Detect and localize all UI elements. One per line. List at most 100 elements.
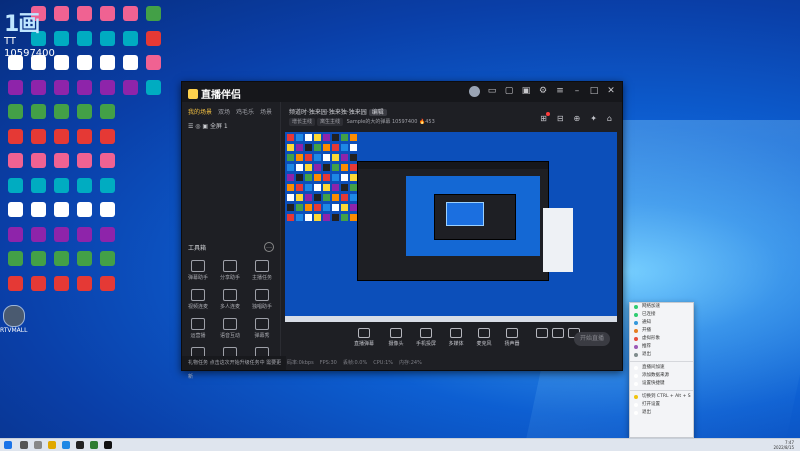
pill-1[interactable]: 增长主线 <box>289 118 316 126</box>
desktop-shortcut-icon[interactable] <box>100 202 115 217</box>
ctl-phone[interactable]: 手机投屏 <box>411 328 441 347</box>
edge-icon[interactable] <box>62 441 70 449</box>
desktop-shortcut-icon[interactable] <box>146 55 161 70</box>
ctl-media[interactable]: 多媒体 <box>441 328 471 347</box>
pill-2[interactable]: 离生主线 <box>317 118 344 126</box>
desktop-shortcut-icon[interactable] <box>8 226 23 242</box>
desktop-shortcut-icon[interactable] <box>8 251 23 266</box>
desktop-shortcut-icon[interactable] <box>100 251 115 266</box>
tab-my-scenes[interactable]: 我的场景 <box>188 107 212 116</box>
desktop-shortcut-icon[interactable] <box>100 177 115 193</box>
desktop-shortcut-icon[interactable] <box>100 79 115 95</box>
toolbox-item[interactable]: 主播任务 <box>246 260 278 281</box>
desktop-shortcut-icon[interactable] <box>100 275 115 291</box>
desktop-shortcut-icon[interactable] <box>77 275 92 291</box>
desktop-shortcut-icon[interactable] <box>31 153 46 168</box>
app-icon-1[interactable] <box>76 441 84 449</box>
menu-item[interactable]: 退出 <box>630 409 693 417</box>
desktop-shortcut-icon[interactable] <box>77 177 92 193</box>
desktop-shortcut-icon[interactable] <box>8 104 23 119</box>
menu-item[interactable]: 网络加速 <box>630 303 693 311</box>
ctl-camera[interactable]: 摄像头 <box>381 328 411 347</box>
menu-item[interactable]: 添加数据来源 <box>630 372 693 380</box>
toolbox-item[interactable]: 运营播 <box>182 318 214 339</box>
maximize-button[interactable]: □ <box>589 86 599 97</box>
desktop-shortcut-icon[interactable] <box>8 128 23 144</box>
toolbox-item[interactable]: 弹幕秀 <box>246 318 278 339</box>
desktop-shortcut-icon[interactable] <box>123 55 138 70</box>
close-button[interactable]: ✕ <box>606 86 616 97</box>
tab-2[interactable]: 双场 <box>218 107 230 116</box>
ctl-danmu[interactable]: 直播弹幕 <box>349 328 379 347</box>
system-clock[interactable]: 7:47 2022/8/15 <box>773 440 794 450</box>
gift-box-icon[interactable]: ⊞ <box>540 112 550 123</box>
desktop-shortcut-icon[interactable] <box>8 275 23 291</box>
menu-icon[interactable]: ≡ <box>555 86 565 97</box>
desktop-shortcut-icon[interactable] <box>54 128 69 144</box>
desktop-avatar-icon[interactable] <box>3 305 25 327</box>
toolbox-item[interactable]: 视频连麦 <box>182 289 214 310</box>
menu-item[interactable]: 直播间加速 <box>630 364 693 372</box>
cart-icon[interactable]: ⊟ <box>557 114 564 123</box>
desktop-shortcut-icon[interactable] <box>77 55 92 70</box>
minimize-button[interactable]: – <box>572 86 582 97</box>
toolbox-item[interactable]: 弹幕助手 <box>182 260 214 281</box>
app-icon-2[interactable] <box>90 441 98 449</box>
toolbox-item[interactable]: 语音互动 <box>214 318 246 339</box>
desktop-shortcut-icon[interactable] <box>77 6 92 21</box>
stream-preview[interactable] <box>285 132 617 322</box>
desktop-shortcut-icon[interactable] <box>100 226 115 242</box>
desktop-shortcut-icon[interactable] <box>54 104 69 119</box>
desktop-shortcut-icon[interactable] <box>31 128 46 144</box>
scene-item[interactable]: ☰ ◎ ▣ 全屏 1 <box>188 121 228 130</box>
start-live-button[interactable]: 开始直播 <box>574 332 610 346</box>
desktop-shortcut-icon[interactable] <box>100 153 115 168</box>
toolbox-item[interactable]: 多人连麦 <box>214 289 246 310</box>
desktop-shortcut-icon[interactable] <box>77 79 92 95</box>
desktop-shortcut-icon[interactable] <box>100 6 115 21</box>
desktop-shortcut-icon[interactable] <box>100 55 115 70</box>
tab-4[interactable]: 场景 <box>260 107 272 116</box>
desktop-shortcut-icon[interactable] <box>54 6 69 21</box>
desktop-shortcut-icon[interactable] <box>77 30 92 46</box>
desktop-shortcut-icon[interactable] <box>54 55 69 70</box>
link-icon[interactable]: ⊕ <box>574 114 581 123</box>
menu-item[interactable]: 切换到 CTRL + Alt + S <box>630 393 693 401</box>
desktop-shortcut-icon[interactable] <box>31 226 46 242</box>
desktop-shortcut-icon[interactable] <box>77 251 92 266</box>
desktop-shortcut-icon[interactable] <box>54 226 69 242</box>
explorer-icon[interactable] <box>48 441 56 449</box>
desktop-shortcut-icon[interactable] <box>77 226 92 242</box>
menu-item[interactable]: 已连接 <box>630 311 693 319</box>
desktop-shortcut-icon[interactable] <box>54 202 69 217</box>
desktop-shortcut-icon[interactable] <box>31 202 46 217</box>
search-icon[interactable] <box>20 441 28 449</box>
desktop-shortcut-icon[interactable] <box>8 79 23 95</box>
desktop-shortcut-icon[interactable] <box>100 30 115 46</box>
desktop-shortcut-icon[interactable] <box>31 251 46 266</box>
desktop-shortcut-icon[interactable] <box>54 30 69 46</box>
menu-item[interactable]: 开播 <box>630 327 693 335</box>
desktop-shortcut-icon[interactable] <box>77 104 92 119</box>
settings-icon[interactable]: ⚙ <box>538 86 548 97</box>
desktop-shortcut-icon[interactable] <box>54 251 69 266</box>
desktop-shortcut-icon[interactable] <box>31 79 46 95</box>
desktop-shortcut-icon[interactable] <box>100 104 115 119</box>
menu-item[interactable]: 通知 <box>630 319 693 327</box>
ctl-speaker[interactable]: 扬声器 <box>497 328 527 347</box>
user-avatar[interactable] <box>469 86 480 97</box>
desktop-shortcut-icon[interactable] <box>31 275 46 291</box>
menu-item[interactable]: 推荐 <box>630 343 693 351</box>
desktop-shortcut-icon[interactable] <box>123 79 138 95</box>
taskview-icon[interactable] <box>34 441 42 449</box>
bell-icon[interactable]: ⌂ <box>607 114 612 123</box>
edit-title-button[interactable]: 编辑 <box>368 109 387 116</box>
desktop-shortcut-icon[interactable] <box>123 6 138 21</box>
menu-item[interactable]: 退出 <box>630 351 693 359</box>
start-icon[interactable] <box>4 441 12 449</box>
desktop-shortcut-icon[interactable] <box>8 202 23 217</box>
desktop-shortcut-icon[interactable] <box>54 275 69 291</box>
menu-item[interactable]: 虚拟形象 <box>630 335 693 343</box>
desktop-shortcut-icon[interactable] <box>31 104 46 119</box>
gift-icon[interactable]: ▣ <box>521 86 531 97</box>
